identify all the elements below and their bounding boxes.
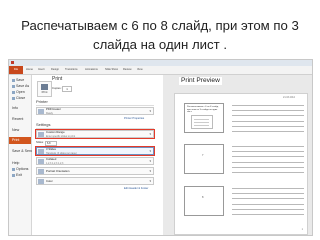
collate-subtitle: 1,2,3 1,2,3 1,2,3: [46, 161, 64, 165]
color-select[interactable]: Color ▾: [36, 177, 154, 185]
close-icon: [12, 96, 15, 100]
nav-item-print[interactable]: Print: [9, 137, 31, 144]
tab-design[interactable]: Design: [51, 67, 59, 72]
orientation-select[interactable]: Portrait Orientation ▾: [36, 167, 154, 175]
thumbnail-title: Распечатываем с 6 по 8 слайд, при этом п…: [187, 106, 219, 114]
powerpoint-backstage-screenshot: File Home Insert Design Transitions Anim…: [8, 59, 313, 236]
nav-item-options[interactable]: Options: [12, 167, 28, 171]
slide-title-line-2: слайда на один лист .: [92, 37, 228, 52]
chevron-down-icon: ▾: [149, 132, 151, 136]
exit-icon: [12, 173, 15, 177]
tab-file[interactable]: File: [9, 66, 23, 74]
ribbon-tabs: File Home Insert Design Transitions Anim…: [9, 66, 312, 75]
print-range-select[interactable]: Custom Range Enter specific slides to pr…: [36, 130, 154, 138]
range-icon: [38, 132, 44, 137]
print-button-label: Print: [41, 90, 48, 94]
printer-heading: Printer: [36, 99, 48, 104]
print-heading: Print: [52, 76, 63, 82]
chevron-down-icon: ▾: [149, 109, 151, 113]
open-icon: [12, 90, 15, 94]
nav-item-save-as[interactable]: Save As: [12, 84, 29, 88]
thumbnail-number: 8: [202, 196, 204, 199]
layout-subtitle: Handouts (3 slides per page): [46, 151, 77, 155]
save-as-icon: [12, 84, 15, 88]
tab-insert[interactable]: Insert: [38, 67, 45, 72]
slide-title: Распечатываем с 6 по 8 слайд, при этом п…: [0, 16, 320, 54]
tab-animations[interactable]: Animations: [85, 67, 98, 72]
nav-item-help[interactable]: Help: [12, 161, 19, 165]
nav-item-close[interactable]: Close: [12, 96, 25, 100]
notes-lines: [232, 188, 304, 219]
slide-title-line-1: Распечатываем с 6 по 8 слайд, при этом п…: [21, 18, 299, 33]
printer-icon: [38, 109, 44, 114]
handout-icon: [38, 149, 44, 154]
print-button[interactable]: Print: [37, 81, 52, 97]
slide-thumbnail: 8: [184, 186, 224, 216]
thumbnail-number: 7: [202, 154, 204, 157]
settings-heading: Settings: [36, 122, 51, 127]
slides-value: 6-8: [47, 142, 51, 145]
slide-thumbnail: 7: [184, 144, 224, 174]
chevron-down-icon: ▾: [149, 159, 151, 163]
nav-item-open[interactable]: Open: [12, 90, 25, 94]
slides-label: Slides:: [36, 141, 44, 144]
nav-item-info[interactable]: Info: [12, 106, 18, 110]
tab-home[interactable]: Home: [26, 67, 33, 72]
edit-header-footer-link[interactable]: Edit Header & Footer: [124, 187, 148, 190]
orientation-title: Portrait Orientation: [46, 169, 70, 173]
chevron-down-icon: ▾: [149, 179, 151, 183]
nav-item-recent[interactable]: Recent: [12, 117, 23, 121]
chevron-down-icon: ▾: [149, 169, 151, 173]
nav-item-exit[interactable]: Exit: [12, 173, 22, 177]
nav-item-new[interactable]: New: [12, 128, 19, 132]
printer-properties-link[interactable]: Printer Properties: [124, 117, 144, 120]
copies-input[interactable]: 1: [62, 86, 72, 92]
collate-select[interactable]: Collated 1,2,3 1,2,3 1,2,3 ▾: [36, 157, 154, 165]
tab-transitions[interactable]: Transitions: [65, 67, 78, 72]
tab-review[interactable]: Review: [123, 67, 132, 72]
notes-lines: [232, 146, 304, 177]
printer-status: Ready: [46, 111, 53, 115]
copies-label: Copies:: [52, 86, 62, 90]
tab-view[interactable]: View: [137, 67, 143, 72]
nav-item-save[interactable]: Save: [12, 78, 24, 82]
color-icon: [38, 179, 44, 184]
print-settings-panel: Print Print Copies: 1 Printer PDFCreator…: [32, 75, 162, 235]
tab-slide-show[interactable]: Slide Show: [105, 67, 118, 72]
page-date: 21.03.2012: [283, 96, 295, 99]
quick-access-icon[interactable]: [11, 61, 14, 64]
options-icon: [12, 167, 15, 171]
printer-select[interactable]: PDFCreator Ready ▾: [36, 107, 154, 115]
notes-lines: [232, 105, 304, 136]
orientation-icon: [38, 169, 44, 174]
slide-thumbnail: Распечатываем с 6 по 8 слайд, при этом п…: [184, 103, 224, 133]
save-icon: [12, 78, 15, 82]
print-layout-select[interactable]: 3 Slides Handouts (3 slides per page) ▾: [36, 147, 154, 155]
print-preview-label: Print Preview: [179, 77, 222, 85]
divider: [36, 105, 154, 106]
chevron-down-icon: ▾: [149, 149, 151, 153]
color-title: Color: [46, 179, 53, 183]
range-subtitle: Enter specific slides to print: [46, 134, 76, 138]
page-number: 1: [301, 228, 303, 231]
thumbnail-screenshot: [191, 115, 213, 129]
preview-page: 21.03.2012 Распечатываем с 6 по 8 слайд,…: [174, 93, 308, 235]
backstage-nav: Save Save As Open Close Info Recent New …: [9, 75, 33, 235]
nav-item-save-send[interactable]: Save & Send: [12, 149, 33, 153]
collate-icon: [38, 159, 44, 164]
print-preview-area: Print Preview 21.03.2012 Распечатываем с…: [163, 75, 312, 235]
